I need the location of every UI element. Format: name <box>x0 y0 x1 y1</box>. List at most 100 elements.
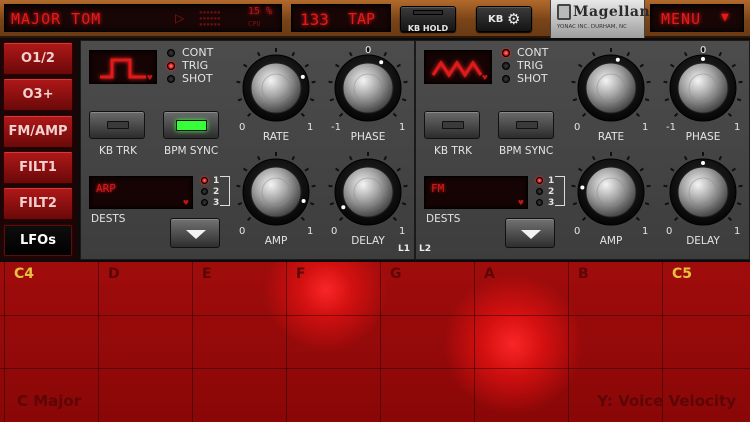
cpu-meter-icon: ▪▪▪▪▪▪ ▪▪▪▪▪▪ ▪▪▪▪▪▪ <box>199 9 221 28</box>
pad-column-divider <box>286 262 287 422</box>
kb-trk-button[interactable] <box>89 111 145 139</box>
pad-column-divider <box>568 262 569 422</box>
waveform-selector[interactable]: ♥ <box>424 50 492 84</box>
arrow-down-icon <box>186 230 206 239</box>
dest-slot-label: 3 <box>548 197 555 208</box>
pad-column-divider <box>98 262 99 422</box>
dest-slot-group: 123 <box>536 175 554 208</box>
bpm-sync-button[interactable] <box>498 111 554 139</box>
logo-text: Magellan <box>573 4 651 20</box>
kb-trk-label: KB TRK <box>434 145 473 157</box>
dest-dropdown-button[interactable] <box>170 218 220 248</box>
delay-knob[interactable]: 0 1 DELAY <box>658 152 748 247</box>
mode-led <box>502 74 510 83</box>
dest-slot-option[interactable]: 1 <box>536 175 554 186</box>
delay-label: DELAY <box>686 235 720 247</box>
pad-column-divider <box>192 262 193 422</box>
kb-trk-led <box>107 121 129 129</box>
trigger-mode-option[interactable]: SHOT <box>502 72 548 85</box>
logo-subtitle: YONAC INC. DURHAM, NC <box>557 24 628 30</box>
bpm-sync-button[interactable] <box>163 111 219 139</box>
delay-knob[interactable]: 0 1 DELAY <box>323 152 413 247</box>
logo: Magellan YONAC INC. DURHAM, NC <box>550 0 650 38</box>
kb-trk-button[interactable] <box>424 111 480 139</box>
trigger-mode-group: CONT TRIG SHOT <box>502 46 548 85</box>
note-label: G <box>390 266 402 282</box>
trigger-mode-option[interactable]: SHOT <box>167 72 213 85</box>
destination-display[interactable]: FM ♥ <box>424 176 528 209</box>
kb-trk-led <box>442 121 464 129</box>
note-label: C5 <box>672 266 693 282</box>
dest-slot-label: 1 <box>548 175 555 186</box>
destination-display[interactable]: ARP ♥ <box>89 176 193 209</box>
bpm-sync-label: BPM SYNC <box>164 145 219 157</box>
tab-filt2[interactable]: FILT2 <box>3 187 73 220</box>
phase-center: 0 <box>365 45 372 56</box>
tempo-display[interactable]: 133 TAP <box>291 4 391 32</box>
dest-slot-option[interactable]: 3 <box>201 197 219 208</box>
note-label: E <box>202 266 212 282</box>
dest-slot-option[interactable]: 2 <box>201 186 219 197</box>
preset-display[interactable]: MAJOR TOM ▷ ▪▪▪▪▪▪ ▪▪▪▪▪▪ ▪▪▪▪▪▪ 15 % CPU <box>4 4 282 32</box>
dest-slot-option[interactable]: 1 <box>201 175 219 186</box>
kb-trk-label: KB TRK <box>99 145 138 157</box>
amp-knob[interactable]: 0 1 AMP <box>566 152 656 247</box>
waveform-selector[interactable]: ♥ <box>89 50 157 84</box>
tab-o3plus[interactable]: O3+ <box>3 78 73 111</box>
kb-hold-label: KB HOLD <box>407 24 449 33</box>
phase-label: PHASE <box>685 131 721 143</box>
rate-knob[interactable]: 0 1 RATE <box>566 48 656 143</box>
kb-settings-button[interactable]: KB ⚙ <box>476 6 532 32</box>
trigger-mode-option[interactable]: CONT <box>167 46 213 59</box>
note-label: C4 <box>14 266 35 282</box>
cpu-percent: 15 % <box>248 6 273 17</box>
panel-id-label: L2 <box>419 244 431 254</box>
mode-label: SHOT <box>517 72 548 85</box>
phase-center: 0 <box>700 45 707 56</box>
kb-label: KB <box>488 14 504 25</box>
trigger-mode-option[interactable]: TRIG <box>167 59 213 72</box>
y-axis-label: Y: Voice Velocity <box>597 392 736 410</box>
dest-slot-label: 2 <box>213 186 220 197</box>
tab-o12[interactable]: O1/2 <box>3 42 73 75</box>
dest-dropdown-button[interactable] <box>505 218 555 248</box>
dest-slot-label: 1 <box>213 175 220 186</box>
destination-value: FM <box>431 182 445 195</box>
mode-led <box>167 61 175 70</box>
destination-value: ARP <box>96 182 116 195</box>
tap-tempo-button[interactable]: TAP <box>348 10 375 28</box>
scale-label: C Major <box>17 392 82 410</box>
mode-label: TRIG <box>517 59 544 72</box>
tab-fm-amp[interactable]: FM/AMP <box>3 115 73 148</box>
mode-label: SHOT <box>182 72 213 85</box>
tab-filt1[interactable]: FILT1 <box>3 151 73 184</box>
trigger-mode-option[interactable]: TRIG <box>502 59 548 72</box>
dest-slot-option[interactable]: 2 <box>536 186 554 197</box>
note-label: F <box>296 266 306 282</box>
mode-label: CONT <box>182 46 214 59</box>
amp-knob[interactable]: 0 1 AMP <box>231 152 321 247</box>
rate-label: RATE <box>597 131 625 143</box>
tab-lfos[interactable]: LFOs <box>3 224 73 257</box>
rate-label: RATE <box>262 131 290 143</box>
mode-led <box>167 48 175 57</box>
lfo2-panel: ♥ CONT TRIG SHOT KB TRK BPM SYNC FM ♥ DESTS 1 2 3 0 1… <box>415 40 750 260</box>
menu-button[interactable]: MENU ▼ <box>650 4 744 32</box>
panel-id-label: L1 <box>398 244 410 254</box>
menu-label: MENU <box>661 10 702 28</box>
phase-knob[interactable]: -1 1 0 PHASE <box>658 45 748 143</box>
rate-knob[interactable]: 0 1 RATE <box>231 48 321 143</box>
dest-slot-option[interactable]: 3 <box>536 197 554 208</box>
chevron-down-icon: ▼ <box>721 10 729 25</box>
keyboard-pad[interactable]: C4 D E F G A B C5 C Major Y: Voice Velocity <box>0 262 750 422</box>
play-icon[interactable]: ▷ <box>175 8 185 27</box>
kb-hold-button[interactable]: KB HOLD <box>400 6 456 33</box>
pad-row-divider <box>0 368 750 369</box>
tempo-value: 133 <box>300 10 329 29</box>
note-label: B <box>578 266 589 282</box>
cpu-label: CPU <box>248 20 261 28</box>
trigger-mode-option[interactable]: CONT <box>502 46 548 59</box>
phase-knob[interactable]: -1 1 0 PHASE <box>323 45 413 143</box>
preset-name: MAJOR TOM <box>11 10 102 28</box>
dests-label: DESTS <box>91 213 126 225</box>
